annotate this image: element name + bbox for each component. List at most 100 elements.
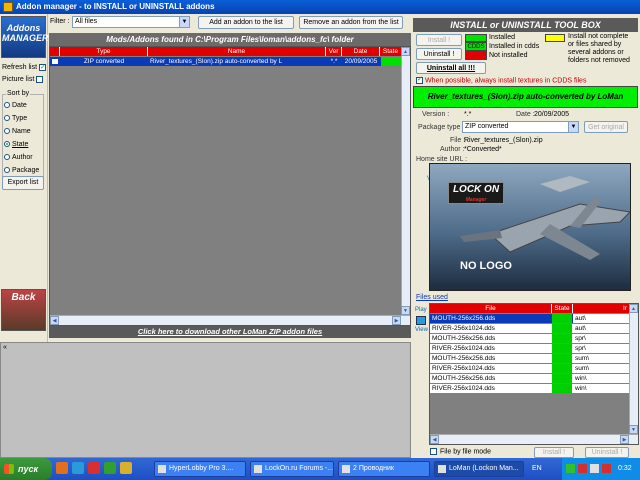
get-original-button[interactable]: Get original — [584, 121, 628, 133]
taskbar-item-hyperlobby[interactable]: HyperLobby Pro 3.... — [154, 461, 246, 477]
log-area[interactable]: « — [0, 342, 411, 458]
cell-name: River_textures_(Slon).zip auto-converted… — [150, 58, 283, 65]
export-list-button[interactable]: Export list — [2, 176, 44, 190]
lockon-logo: LOCK ON Manager — [448, 182, 504, 204]
scroll-down-arrow[interactable]: ▼ — [401, 306, 410, 315]
file-value: River_textures_(Slon).zip — [464, 137, 543, 144]
filter-value: All files — [75, 18, 98, 25]
addons-manager-logo: Addons MANAGER — [1, 16, 49, 58]
file-label: File : — [450, 137, 466, 144]
picture-list-checkbox[interactable] — [36, 75, 44, 83]
files-vertical-scrollbar[interactable]: ▲ ▼ — [629, 304, 638, 434]
files-horizontal-scrollbar[interactable]: ◀ ▶ — [430, 434, 638, 444]
taskbar-item-explorer[interactable]: 2 Проводник — [338, 461, 430, 477]
scroll-right-arrow[interactable]: ▶ — [392, 316, 401, 325]
filter-select[interactable]: All files ▼ — [72, 16, 190, 28]
file-by-file-label: File by file mode — [440, 448, 491, 456]
mods-vertical-scrollbar[interactable]: ▲ ▼ — [401, 47, 410, 315]
col-ver[interactable]: Ver — [326, 47, 342, 56]
file-row[interactable]: RIVER-256x1024.dds win\ — [430, 384, 630, 393]
taskbar-item-loman[interactable]: LoMan (Lockon Man... — [434, 461, 524, 477]
row-marker — [52, 59, 58, 64]
cdds-textures-checkbox[interactable] — [416, 75, 423, 84]
col-marker — [50, 47, 60, 56]
scroll-left-arrow[interactable]: ◀ — [430, 435, 439, 444]
quicklaunch-icon[interactable] — [120, 462, 132, 474]
file-row[interactable]: RIVER-256x1024.dds spr\ — [430, 344, 630, 353]
log-arrow-icon: « — [3, 344, 7, 351]
cell-date: 20/09/2005 — [344, 58, 378, 65]
back-button[interactable]: Back — [1, 289, 46, 331]
package-type-select[interactable]: ZIP converted ▼ — [462, 121, 579, 133]
taskbar-item-lockon-forums[interactable]: LockOn.ru Forums -... — [250, 461, 334, 477]
files-used-list[interactable]: File State Ir MOUTH-256x256.dds aut\ RIVE… — [429, 303, 639, 445]
back-label: Back — [11, 292, 36, 303]
scroll-left-arrow[interactable]: ◀ — [50, 316, 59, 325]
addon-preview-image: LOCK ON Manager NO LOGO — [429, 163, 631, 291]
author-value: *Converted* — [464, 146, 502, 153]
mods-horizontal-scrollbar[interactable]: ◀ ▶ — [50, 315, 410, 325]
tray-icon[interactable] — [578, 464, 587, 473]
col-file-dir[interactable]: Ir — [573, 304, 630, 313]
sort-by-label: Sort by — [6, 90, 31, 97]
col-file-state[interactable]: State — [552, 304, 573, 313]
sort-option-author[interactable]: Author — [4, 152, 48, 163]
quicklaunch-icon[interactable] — [104, 462, 116, 474]
file-row[interactable]: MOUTH-256x256.dds spr\ — [430, 334, 630, 343]
mods-folder-header: Mods/Addons found in C:\Program Files\lo… — [49, 33, 411, 46]
col-name[interactable]: Name — [148, 47, 326, 56]
author-label: Author : — [440, 146, 465, 153]
file-row[interactable]: MOUTH-256x256.dds win\ — [430, 374, 630, 383]
download-addons-link[interactable]: Click here to download other LoMan ZIP a… — [49, 326, 411, 338]
sort-option-type[interactable]: Type — [4, 113, 48, 124]
file-row[interactable]: MOUTH-256x256.dds aut\ — [430, 314, 630, 323]
sort-option-name[interactable]: Name — [4, 126, 48, 137]
selected-addon-banner: River_textures_(Slon).zip auto-converted… — [413, 86, 638, 108]
tray-icon[interactable] — [590, 464, 599, 473]
play-icon[interactable] — [416, 316, 426, 325]
col-date[interactable]: Date — [342, 47, 380, 56]
date-value: 20/09/2005 — [534, 111, 570, 118]
start-button[interactable]: пуск — [0, 458, 52, 480]
language-indicator[interactable]: EN — [532, 458, 562, 480]
sort-option-date[interactable]: Date — [4, 100, 48, 111]
file-by-file-checkbox[interactable] — [430, 448, 437, 455]
uninstall-button[interactable]: Uninstall ! — [416, 48, 462, 60]
tray-icon[interactable] — [602, 464, 611, 473]
col-file[interactable]: File — [430, 304, 552, 313]
uninstall-all-button[interactable]: Uninstall all !!! — [416, 62, 486, 74]
home-site-label: Home site URL : — [416, 156, 468, 163]
install-file-button[interactable]: Install ! — [534, 447, 574, 458]
quicklaunch-icon[interactable] — [88, 462, 100, 474]
windows-logo-icon — [4, 464, 14, 474]
sort-option-package[interactable]: Package — [4, 165, 48, 176]
picture-list-label: Picture list — [2, 76, 35, 83]
chevron-down-icon[interactable]: ▼ — [568, 122, 578, 132]
chevron-down-icon[interactable]: ▼ — [179, 17, 189, 27]
file-row[interactable]: RIVER-256x1024.dds sum\ — [430, 364, 630, 373]
sort-option-state[interactable]: State — [4, 139, 48, 150]
scroll-up-arrow[interactable]: ▲ — [629, 304, 638, 313]
toolbox-title: INSTALL or UNINSTALL TOOL BOX — [413, 18, 638, 32]
table-row[interactable]: ZIP converted River_textures_(Slon).zip … — [50, 57, 402, 66]
uninstall-file-button[interactable]: Uninstall ! — [585, 447, 629, 458]
add-addon-button[interactable]: Add an addon to the list — [198, 16, 294, 29]
cdds-textures-row[interactable]: When possible, always install textures i… — [416, 75, 586, 84]
quicklaunch-icon[interactable] — [72, 462, 84, 474]
col-state[interactable]: State — [380, 47, 402, 56]
col-type[interactable]: Type — [60, 47, 148, 56]
install-button[interactable]: Install ! — [416, 34, 462, 46]
remove-addon-button[interactable]: Remove an addon from the list — [299, 16, 403, 29]
file-row[interactable]: RIVER-256x1024.dds aut\ — [430, 324, 630, 333]
tray-icon[interactable] — [566, 464, 575, 473]
scroll-right-arrow[interactable]: ▶ — [620, 435, 629, 444]
file-row[interactable]: MOUTH-256x256.dds sum\ — [430, 354, 630, 363]
file-by-file-row[interactable]: File by file mode — [430, 448, 491, 455]
refresh-list-checkbox[interactable] — [39, 62, 47, 73]
scroll-down-arrow[interactable]: ▼ — [629, 425, 638, 434]
picture-list-row[interactable]: Picture list — [2, 74, 46, 85]
quicklaunch-icon[interactable] — [56, 462, 68, 474]
mods-list[interactable]: Type Name Ver Date State ZIP converted R… — [49, 46, 411, 326]
scroll-up-arrow[interactable]: ▲ — [401, 47, 410, 56]
refresh-list-row[interactable]: Refresh list — [2, 62, 47, 73]
